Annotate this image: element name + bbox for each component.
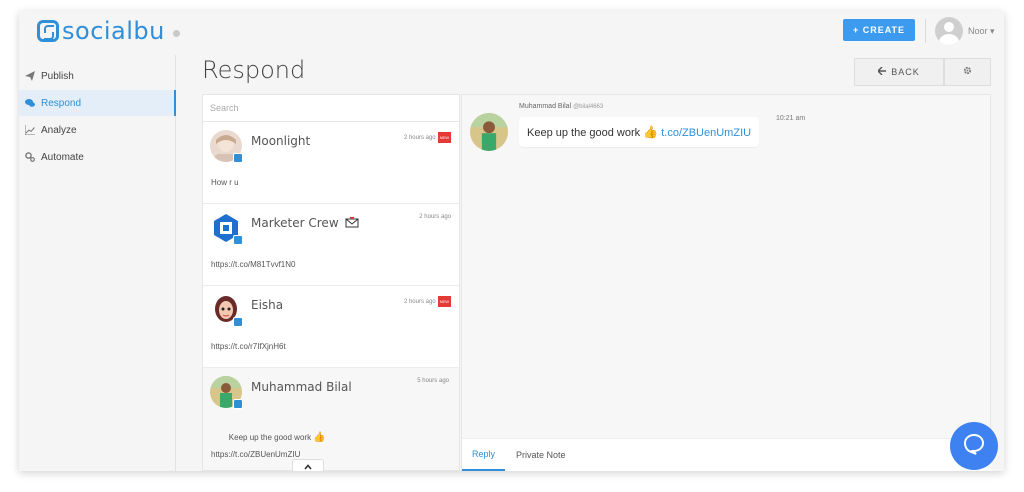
conversation-list[interactable]: Search Moonlight 2 hours ago NEW How r u…: [202, 94, 460, 471]
user-menu[interactable]: Noor ▾: [968, 26, 995, 37]
scroll-up-button[interactable]: [292, 459, 324, 471]
message-link[interactable]: t.co/ZBUenUmZIU: [661, 127, 751, 139]
conversation-name: Eisha: [251, 298, 284, 312]
back-button-label: BACK: [891, 67, 920, 77]
sidebar-item-label: Respond: [41, 97, 82, 109]
search-input[interactable]: Search: [203, 95, 459, 122]
chat-bubbles-icon: [25, 98, 35, 108]
twitter-icon: [233, 399, 243, 409]
reply-bar: Reply Private Note: [462, 438, 992, 471]
conversation-preview: How r u: [211, 178, 239, 187]
conversation-item[interactable]: Muhammad Bilal 5 hours ago Keep up the g…: [203, 368, 459, 470]
header-divider: [925, 19, 926, 43]
conversation-name: Moonlight: [251, 134, 311, 148]
message-author: Muhammad Bilal @bilal4663: [519, 103, 604, 110]
conversation-preview: https://t.co/r7IfXjnH6t: [211, 342, 286, 351]
create-button[interactable]: + CREATE: [843, 19, 915, 41]
sidebar-item-label: Automate: [41, 151, 84, 163]
support-chat-button[interactable]: [950, 422, 998, 470]
thumbs-up-emoji-icon: 👍: [643, 125, 659, 139]
gear-icon: [963, 66, 972, 78]
twitter-icon: [233, 153, 243, 163]
conversation-item[interactable]: Moonlight 2 hours ago NEW How r u: [203, 122, 459, 204]
socialbu-logo-icon: [37, 20, 59, 42]
new-badge: NEW: [437, 132, 451, 143]
chat-bubble-icon: [963, 433, 985, 460]
brand-name: socialbu: [62, 17, 165, 45]
conversation-time: 2 hours ago: [419, 214, 451, 220]
page-title: Respond: [202, 56, 306, 84]
status-dot-icon: [172, 29, 180, 37]
paper-plane-icon: [25, 71, 35, 81]
back-button[interactable]: BACK: [854, 58, 944, 86]
new-badge: NEW: [437, 296, 451, 307]
message-time: 10:21 am: [776, 115, 806, 122]
gears-icon: [25, 152, 35, 162]
top-bar: socialbu + CREATE Noor ▾: [19, 11, 1004, 55]
chevron-up-icon: [304, 462, 312, 471]
conversation-item[interactable]: Marketer Crew 2 hours ago https://t.co/M…: [203, 204, 459, 286]
conversation-time: 2 hours ago NEW: [404, 132, 451, 143]
app-window: socialbu + CREATE Noor ▾ Publish Respond…: [19, 11, 1004, 471]
twitter-icon: [233, 317, 243, 327]
tab-private-note[interactable]: Private Note: [506, 439, 576, 471]
settings-button[interactable]: [944, 58, 991, 86]
conversation-time: 2 hours ago NEW: [404, 296, 451, 307]
brand-logo[interactable]: socialbu: [37, 17, 180, 45]
conversation-item[interactable]: Eisha 2 hours ago NEW https://t.co/r7IfX…: [203, 286, 459, 368]
sidebar-item-publish[interactable]: Publish: [19, 63, 176, 89]
sidebar: Publish Respond Analyze Automate: [19, 55, 176, 471]
message-bubble: Keep up the good work 👍 t.co/ZBUenUmZIU: [519, 117, 760, 147]
line-chart-icon: [25, 125, 35, 135]
conversation-time: 5 hours ago: [417, 378, 449, 384]
tab-reply[interactable]: Reply: [462, 439, 506, 471]
sidebar-item-analyze[interactable]: Analyze: [19, 117, 176, 143]
sidebar-item-label: Analyze: [41, 124, 77, 136]
thumbs-up-emoji-icon: 👍: [313, 432, 326, 443]
sidebar-item-label: Publish: [41, 70, 74, 82]
conversation-preview: https://t.co/M81Tvvf1N0: [211, 260, 296, 269]
envelope-emoji-icon: [345, 216, 359, 231]
sidebar-item-respond[interactable]: Respond: [19, 90, 176, 116]
sidebar-item-automate[interactable]: Automate: [19, 144, 176, 170]
conversation-thread: Muhammad Bilal @bilal4663 Keep up the go…: [461, 94, 992, 471]
message-avatar: [470, 113, 508, 151]
user-avatar[interactable]: [935, 17, 963, 45]
arrow-left-icon: [877, 66, 887, 77]
conversation-name: Marketer Crew: [251, 216, 359, 231]
conversation-name: Muhammad Bilal: [251, 380, 352, 394]
twitter-icon: [233, 235, 243, 245]
